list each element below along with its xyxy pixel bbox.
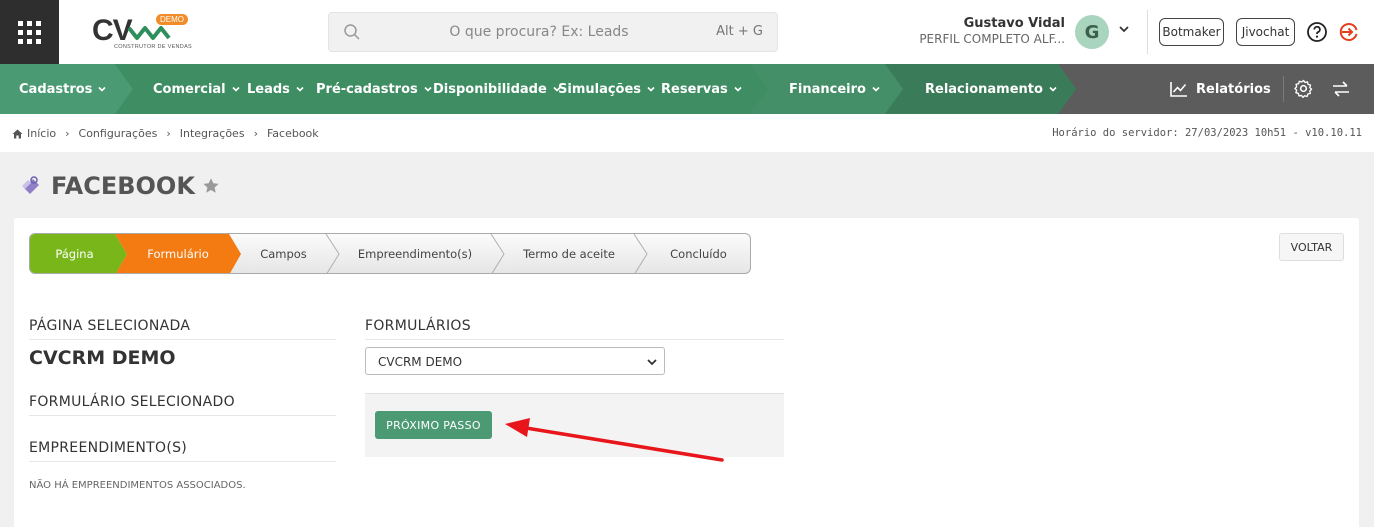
- selected-form-label: FORMULÁRIO SELECIONADO: [29, 394, 235, 410]
- chevron-down-icon: [1049, 86, 1057, 92]
- chevron-down-icon: [647, 359, 657, 366]
- forms-select-value: CVCRM DEMO: [378, 355, 463, 369]
- divider: [29, 415, 336, 416]
- chevron-down-icon: [296, 86, 304, 92]
- breadcrumb-item-facebook: Facebook: [266, 127, 319, 140]
- user-profile: PERFIL COMPLETO ALF...: [919, 32, 1065, 46]
- logo-text: CV: [92, 14, 133, 47]
- content-card: Página Formulário Campos Empreendimento(…: [14, 218, 1359, 527]
- breadcrumb-separator: ›: [65, 127, 70, 140]
- wizard-step-pagina[interactable]: Página: [30, 234, 119, 273]
- chevron-down-icon: [232, 86, 240, 92]
- apps-menu-button[interactable]: [0, 0, 59, 64]
- breadcrumb-item-configuracoes[interactable]: Configurações: [79, 127, 158, 140]
- back-button[interactable]: VOLTAR: [1279, 233, 1344, 261]
- nav-item-label: Cadastros: [19, 81, 93, 97]
- search-icon: [344, 24, 360, 40]
- logo-subtitle: CONSTRUTOR DE VENDAS: [114, 44, 193, 50]
- user-name: Gustavo Vidal: [963, 16, 1065, 31]
- facebook-integration-icon: [22, 176, 39, 194]
- nav-item-reservas[interactable]: Reservas: [661, 64, 743, 114]
- apps-grid-icon: [18, 20, 41, 44]
- help-icon[interactable]: [1306, 21, 1328, 43]
- global-search: Alt + G: [328, 12, 778, 52]
- divider: [29, 461, 336, 462]
- breadcrumb-item-integracoes[interactable]: Integrações: [180, 127, 245, 140]
- breadcrumb-separator: ›: [166, 127, 171, 140]
- nav-item-label: Simulações: [558, 81, 642, 97]
- action-panel: PRÓXIMO PASSO: [365, 393, 784, 457]
- chevron-down-icon: [734, 86, 742, 92]
- nav-item-label: Disponibilidade: [433, 81, 547, 97]
- search-input[interactable]: [389, 13, 689, 51]
- nav-item-label: Pré-cadastros: [316, 81, 418, 97]
- app-logo[interactable]: CV DEMO CONSTRUTOR DE VENDAS: [92, 12, 192, 54]
- logout-icon[interactable]: [1338, 21, 1360, 43]
- swap-icon[interactable]: [1331, 80, 1351, 98]
- nav-item-simulacoes[interactable]: Simulações: [558, 64, 656, 114]
- nav-item-label: Leads: [247, 81, 290, 97]
- nav-item-cadastros[interactable]: Cadastros: [19, 64, 107, 114]
- divider: [29, 339, 336, 340]
- wizard-step-termo-aceite[interactable]: Termo de aceite: [504, 234, 634, 273]
- wizard-step-empreendimentos[interactable]: Empreendimento(s): [339, 234, 491, 273]
- logo-badge: DEMO: [156, 14, 188, 25]
- gear-icon[interactable]: [1294, 79, 1313, 98]
- breadcrumb-separator: ›: [253, 127, 258, 140]
- page-title: FACEBOOK: [51, 172, 195, 200]
- forms-select[interactable]: CVCRM DEMO: [365, 347, 665, 375]
- chart-line-icon: [1170, 82, 1187, 97]
- main-nav: Cadastros Comercial Leads Pré-cadastros …: [0, 64, 1374, 114]
- nav-item-comercial[interactable]: Comercial: [153, 64, 241, 114]
- logo-wave-icon: [127, 26, 171, 40]
- botmaker-button[interactable]: Botmaker: [1159, 18, 1224, 46]
- selected-page-value: CVCRM DEMO: [29, 347, 176, 369]
- selected-page-label: PÁGINA SELECIONADA: [29, 318, 191, 334]
- chevron-down-icon: [872, 86, 880, 92]
- wizard-step-campos[interactable]: Campos: [241, 234, 326, 273]
- nav-item-financeiro[interactable]: Financeiro: [789, 64, 881, 114]
- next-step-button[interactable]: PRÓXIMO PASSO: [375, 411, 492, 439]
- nav-item-label: Reservas: [661, 81, 728, 97]
- chevron-down-icon: [98, 86, 107, 92]
- jivochat-button[interactable]: Jivochat: [1236, 18, 1295, 46]
- chevron-down-icon: [647, 86, 655, 92]
- nav-item-label: Relacionamento: [925, 81, 1043, 97]
- avatar[interactable]: G: [1075, 15, 1109, 49]
- chevron-down-icon: [424, 86, 432, 92]
- nav-item-pre-cadastros[interactable]: Pré-cadastros: [316, 64, 433, 114]
- divider: [1283, 76, 1284, 102]
- divider: [1147, 10, 1148, 54]
- forms-label: FORMULÁRIOS: [365, 318, 471, 334]
- nav-item-disponibilidade[interactable]: Disponibilidade: [433, 64, 562, 114]
- home-icon: [12, 129, 23, 138]
- nav-item-relatorios[interactable]: Relatórios: [1170, 64, 1271, 114]
- divider: [365, 339, 784, 340]
- nav-item-leads[interactable]: Leads: [247, 64, 305, 114]
- nav-item-label: Relatórios: [1196, 81, 1271, 97]
- page-title-row: FACEBOOK: [18, 170, 220, 202]
- search-shortcut-hint: Alt + G: [716, 24, 763, 39]
- breadcrumb-item-inicio[interactable]: Início: [27, 127, 56, 140]
- breadcrumb-bar: Início › Configurações › Integrações › F…: [0, 114, 1374, 152]
- nav-item-label: Comercial: [153, 81, 226, 97]
- developments-label: EMPREENDIMENTO(S): [29, 440, 188, 456]
- breadcrumb: Início › Configurações › Integrações › F…: [12, 127, 319, 140]
- nav-item-label: Financeiro: [789, 81, 866, 97]
- wizard-step-formulario[interactable]: Formulário: [127, 234, 229, 273]
- wizard-step-concluido[interactable]: Concluído: [647, 234, 750, 273]
- chevron-down-icon[interactable]: [1117, 22, 1131, 36]
- server-time: Horário do servidor: 27/03/2023 10h51 - …: [1052, 127, 1362, 139]
- nav-item-relacionamento[interactable]: Relacionamento: [925, 64, 1058, 114]
- star-icon[interactable]: [202, 177, 220, 195]
- wizard-steps: Página Formulário Campos Empreendimento(…: [29, 233, 751, 274]
- developments-empty-note: NÃO HÁ EMPREENDIMENTOS ASSOCIADOS.: [29, 480, 246, 491]
- top-header: CV DEMO CONSTRUTOR DE VENDAS Alt + G Gus…: [0, 0, 1374, 64]
